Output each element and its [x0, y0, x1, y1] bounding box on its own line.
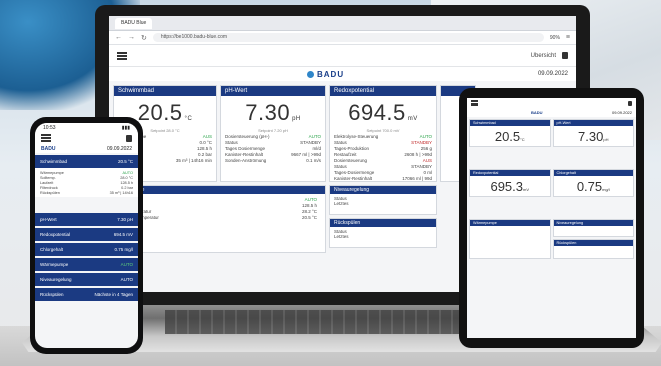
url-field[interactable]: https://be1000.badu-blue.com: [152, 33, 544, 42]
forward-icon[interactable]: →: [128, 34, 135, 41]
card-title: pH-Wert: [221, 86, 325, 96]
tablet: BADU 09.09.2022 Schwimmbad 20.5°C pH-Wer…: [459, 88, 644, 348]
panel-title: Rückspülen: [330, 219, 436, 227]
menu-icon[interactable]: ≡: [566, 34, 570, 41]
tablet-card-redox[interactable]: Redoxpotential 695.3mV: [469, 169, 551, 197]
hamburger-icon[interactable]: [471, 100, 478, 106]
card-value: 694.5 mV: [348, 100, 418, 125]
card-value: 20.5°C: [494, 129, 525, 144]
phone-item-schwimmbad[interactable]: Schwimmbad 20.5 °C: [35, 155, 138, 168]
tablet-screen: BADU 09.09.2022 Schwimmbad 20.5°C pH-Wer…: [467, 98, 636, 338]
panel-rueckspuelen[interactable]: Rückspülen Status Letztes: [329, 218, 437, 248]
phone-time: 10:53: [43, 125, 56, 131]
panel-row: Letztes: [334, 234, 349, 239]
phone-item-ph[interactable]: pH-Wert 7.30 pH: [35, 213, 138, 226]
phone-item-chlor[interactable]: Chlorgehalt 0.75 mg/l: [35, 243, 138, 256]
panel-title: Filterpumpe: [114, 186, 325, 194]
date-label: 09.09.2022: [537, 71, 568, 77]
brand-name: BADU: [317, 69, 345, 79]
tablet-card-chlor[interactable]: Chlorgehalt 0.75mg/l: [552, 169, 634, 197]
panel-row: Letztes: [334, 201, 349, 206]
phone-brand-row: BADU 09.09.2022: [35, 144, 138, 153]
browser-tab[interactable]: BADU Blue: [115, 17, 153, 29]
header-right: Ubersicht: [531, 52, 568, 59]
right-panels: Niveauregelung Status Letztes Rückspülen…: [329, 185, 437, 253]
card-title: Wärmepumpe: [470, 220, 550, 226]
card-row: Kanister-Restinhalt 17066 ml | 99d: [334, 175, 432, 181]
card-value: 7.30pH: [245, 100, 301, 125]
lock-icon[interactable]: [126, 134, 132, 142]
card-value: 695.3mV: [490, 179, 530, 194]
hamburger-icon[interactable]: [41, 134, 51, 142]
signal-icon: ▮▮▮: [121, 125, 130, 131]
card-ph[interactable]: pH-Wert 7.30 pH Setpoint 7.20 pH Dosierst…: [220, 85, 326, 182]
card-title: Rückspülen: [553, 240, 633, 246]
lock-icon[interactable]: [628, 100, 632, 106]
tablet-grid: Schwimmbad 20.5°C pH-Wert 7.30pH Redoxpo…: [467, 117, 636, 261]
phone-item-waermepumpe[interactable]: Wärmepumpe AUTO: [35, 258, 138, 271]
panel-row: Wassertemperatur20.5 °C: [122, 214, 317, 220]
phone: 10:53 ▮▮▮ BADU 09.09.2022 Schwimmbad 20.5…: [30, 117, 143, 354]
card-value: 7.30pH: [578, 129, 609, 144]
badu-logo-icon: [307, 70, 314, 78]
panel-body: Status Letztes: [330, 194, 436, 208]
card-title: Niveauregelung: [553, 220, 633, 226]
panel-body: Status Letztes: [330, 227, 436, 241]
card-redox[interactable]: Redoxpotential 694.5 mV Setpoint 700.0 mV…: [329, 85, 437, 182]
lock-icon[interactable]: [562, 52, 568, 59]
phone-screen: 10:53 ▮▮▮ BADU 09.09.2022 Schwimmbad 20.5…: [35, 123, 138, 348]
tablet-app-header: [467, 98, 636, 108]
card-title: Schwimmbad: [114, 86, 216, 96]
app-header: Ubersicht: [109, 45, 576, 67]
phone-item-redox[interactable]: Redoxpotential 694.5 mV: [35, 228, 138, 241]
card-value: 0.75mg/l: [576, 179, 610, 194]
phone-app-header: [35, 132, 138, 144]
panel-title: Niveauregelung: [330, 186, 436, 194]
tablet-card-niveau[interactable]: Niveauregelung: [552, 219, 634, 237]
tablet-brand-row: BADU 09.09.2022: [467, 108, 636, 117]
tablet-card-schwimmbad[interactable]: Schwimmbad 20.5°C: [469, 119, 551, 147]
brand-logo: BADU: [307, 70, 344, 79]
browser-address-bar: ← → ↻ https://be1000.badu-blue.com 90% ≡: [109, 31, 576, 45]
phone-item-rueckspuelen[interactable]: Rückspülen Nächste in 4 Tagen: [35, 288, 138, 301]
tablet-card-rueckspuelen[interactable]: Rückspülen: [552, 239, 634, 259]
panel-body: StatusAUTO Laufzeit128.5 h Solltemperatu…: [114, 194, 325, 222]
reload-icon[interactable]: ↻: [141, 34, 147, 42]
zoom-level[interactable]: 90%: [550, 35, 560, 41]
browser-tabbar: BADU Blue: [109, 16, 576, 31]
back-icon[interactable]: ←: [115, 34, 122, 41]
card-title: Redoxpotential: [330, 86, 436, 96]
tablet-card-waermepumpe[interactable]: Wärmepumpe: [469, 219, 551, 259]
date-label: 09.09.2022: [106, 145, 132, 152]
phone-item-detail: Wärmepumpe AUTO Solltemp. 28.0 °C Laufzeit…: [35, 168, 138, 197]
panel-filterpumpe[interactable]: Filterpumpe StatusAUTO Laufzeit128.5 h S…: [113, 185, 326, 253]
hamburger-icon[interactable]: [117, 51, 127, 60]
phone-item-niveau[interactable]: Niveauregelung AUTO: [35, 273, 138, 286]
brand-name: BADU: [41, 145, 56, 152]
card-row: Sonden-Anströmung 0.1 m/s: [225, 157, 321, 163]
brand-name: BADU: [531, 110, 543, 115]
date-label: 09.09.2022: [611, 110, 632, 115]
tablet-right-stack: Niveauregelung Rückspülen: [552, 219, 634, 259]
detail-row: Rückspülen 35 m³ | 14h16: [40, 190, 133, 195]
laptop-keyboard: [165, 310, 495, 334]
phone-status-bar: 10:53 ▮▮▮: [35, 123, 138, 132]
user-label[interactable]: Ubersicht: [531, 53, 556, 59]
brand-row: BADU 09.09.2022: [109, 67, 576, 81]
tablet-card-ph[interactable]: pH-Wert 7.30pH: [552, 119, 634, 147]
panel-niveauregelung[interactable]: Niveauregelung Status Letztes: [329, 185, 437, 215]
